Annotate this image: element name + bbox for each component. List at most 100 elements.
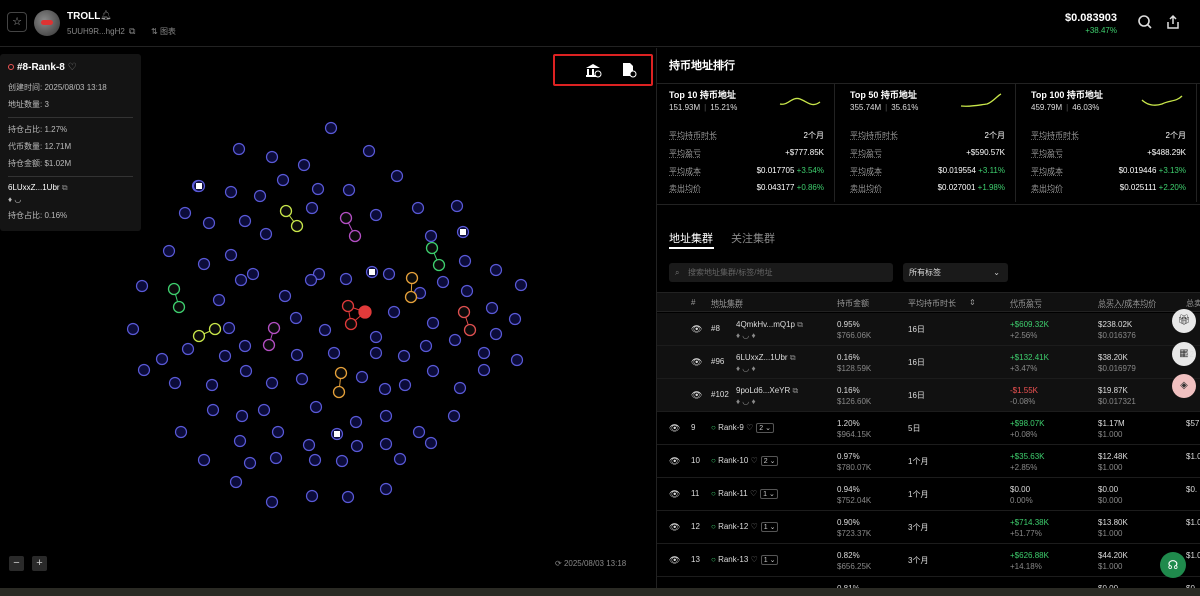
holder-node[interactable] xyxy=(510,353,524,367)
holder-node[interactable] xyxy=(419,339,433,353)
wallet-row[interactable]: 6LUxxZ...1Ubr ⧉ xyxy=(8,183,133,193)
holder-node[interactable] xyxy=(508,312,522,326)
holder-node[interactable] xyxy=(369,208,383,222)
cluster-node[interactable] xyxy=(192,329,206,343)
heart-icon[interactable]: ♡ xyxy=(746,423,753,432)
table-row[interactable]: 👁︎ #96 6LUxxZ...1Ubr ⧉ ♦ ◡ ♦ 0.16% $128.… xyxy=(657,346,1200,379)
heart-icon[interactable]: ♡ xyxy=(751,522,758,531)
table-row[interactable]: 👁︎ 9 ○ Rank-9 ♡ 2 ⌄ 1.20% $964.15K 5日 +$9… xyxy=(657,412,1200,445)
holder-node[interactable] xyxy=(369,346,383,360)
cluster-node[interactable] xyxy=(463,323,477,337)
holder-node[interactable] xyxy=(426,364,440,378)
holder-node[interactable] xyxy=(311,182,325,196)
heart-icon[interactable]: ♡ xyxy=(750,489,757,498)
chart-link[interactable]: ⇅ 图表 xyxy=(151,26,176,37)
holder-node[interactable] xyxy=(197,257,211,271)
holder-node[interactable] xyxy=(339,272,353,286)
holder-node[interactable] xyxy=(411,201,425,215)
holder-node[interactable] xyxy=(355,370,369,384)
holder-node[interactable] xyxy=(485,301,499,315)
cluster-node[interactable] xyxy=(425,241,439,255)
eye-icon[interactable]: 👁︎ xyxy=(691,390,702,401)
holder-node[interactable] xyxy=(168,376,182,390)
holder-node[interactable] xyxy=(297,158,311,172)
favorite-star-icon[interactable]: ☆ xyxy=(7,12,27,32)
holder-node[interactable] xyxy=(137,363,151,377)
holder-node[interactable] xyxy=(460,284,474,298)
holder-node[interactable] xyxy=(202,216,216,230)
cluster-node[interactable] xyxy=(279,204,293,218)
promo-icon[interactable]: ◈ xyxy=(1172,374,1196,398)
holder-node[interactable] xyxy=(305,489,319,503)
holder-node[interactable] xyxy=(257,403,271,417)
holder-node[interactable] xyxy=(235,409,249,423)
table-row[interactable]: 👁︎ 13 ○ Rank-13 ♡ 1 ⌄ 0.82% $656.25K 3个月 … xyxy=(657,544,1200,577)
holder-node[interactable] xyxy=(398,378,412,392)
cluster-name[interactable]: ○ Rank-11 ♡ 1 ⌄ xyxy=(711,489,778,499)
holder-node[interactable] xyxy=(238,339,252,353)
cluster-node[interactable] xyxy=(332,385,346,399)
holder-node[interactable] xyxy=(341,490,355,504)
holder-node[interactable] xyxy=(304,273,318,287)
cluster-node[interactable] xyxy=(405,271,419,285)
holder-node[interactable] xyxy=(424,436,438,450)
holder-node[interactable] xyxy=(259,227,273,241)
cluster-node[interactable] xyxy=(208,322,222,336)
holder-node[interactable] xyxy=(477,363,491,377)
eye-icon[interactable]: 👁︎ xyxy=(691,324,702,335)
col-pnl[interactable]: 代币盈亏 xyxy=(1010,298,1042,309)
holder-node[interactable] xyxy=(265,150,279,164)
search-icon[interactable] xyxy=(1136,14,1154,32)
holder-node[interactable] xyxy=(453,381,467,395)
holder-node[interactable] xyxy=(174,425,188,439)
holder-node[interactable] xyxy=(448,333,462,347)
holder-node[interactable] xyxy=(276,173,290,187)
holder-node[interactable] xyxy=(426,316,440,330)
tag-count-dropdown[interactable]: 1 ⌄ xyxy=(760,489,778,499)
holder-node[interactable] xyxy=(387,305,401,319)
col-buy-cost[interactable]: 总买入/成本均价 xyxy=(1098,298,1156,309)
holder-node[interactable] xyxy=(349,415,363,429)
tag-count-dropdown[interactable]: 2 ⌄ xyxy=(756,423,774,433)
eye-icon[interactable]: 👁︎ xyxy=(669,522,680,533)
selected-cluster-node[interactable] xyxy=(358,305,372,319)
cluster-name[interactable]: ○ Rank-9 ♡ 2 ⌄ xyxy=(711,423,774,433)
cluster-node[interactable] xyxy=(262,338,276,352)
holder-node[interactable] xyxy=(327,346,341,360)
table-row[interactable]: 👁︎ #8 4QmkHv...mQ1p ⧉ ♦ ◡ ♦ 0.95% $766.0… xyxy=(657,313,1200,346)
holder-node[interactable] xyxy=(265,376,279,390)
exchange-filter-icon[interactable] xyxy=(583,62,603,80)
holder-node[interactable] xyxy=(233,434,247,448)
cluster-node[interactable] xyxy=(404,290,418,304)
holder-node[interactable] xyxy=(135,279,149,293)
holder-node[interactable] xyxy=(342,183,356,197)
cluster-node[interactable] xyxy=(290,219,304,233)
holder-node[interactable] xyxy=(162,244,176,258)
holder-node[interactable] xyxy=(489,263,503,277)
selected-cluster-node[interactable] xyxy=(341,299,355,313)
copy-icon[interactable]: ⧉ xyxy=(790,353,796,362)
cluster-node[interactable] xyxy=(339,211,353,225)
holder-node[interactable] xyxy=(458,254,472,268)
holder-node[interactable] xyxy=(424,229,438,243)
holder-node[interactable] xyxy=(224,248,238,262)
table-row[interactable]: 👁︎ 11 ○ Rank-11 ♡ 1 ⌄ 0.94% $752.04K 1个月 … xyxy=(657,478,1200,511)
holder-node[interactable] xyxy=(218,349,232,363)
holder-node[interactable] xyxy=(222,321,236,335)
cluster-node[interactable] xyxy=(167,282,181,296)
holder-node[interactable] xyxy=(232,142,246,156)
holder-node[interactable] xyxy=(224,185,238,199)
holder-node[interactable] xyxy=(390,169,404,183)
tag-count-dropdown[interactable]: 1 ⌄ xyxy=(760,555,779,565)
holder-node[interactable] xyxy=(324,121,338,135)
holder-node[interactable] xyxy=(393,452,407,466)
holder-node[interactable] xyxy=(206,403,220,417)
cluster-name[interactable]: ○ Rank-12 ♡ 1 ⌄ xyxy=(711,522,779,532)
contract-filter-icon[interactable] xyxy=(619,62,639,80)
heart-icon[interactable]: ♡ xyxy=(751,555,758,564)
copy-icon[interactable]: ⧉ xyxy=(62,183,68,192)
holder-node[interactable] xyxy=(126,322,140,336)
holder-node[interactable] xyxy=(246,267,260,281)
tab-watch-cluster[interactable]: 关注集群 xyxy=(731,230,775,246)
holder-node[interactable] xyxy=(379,482,393,496)
